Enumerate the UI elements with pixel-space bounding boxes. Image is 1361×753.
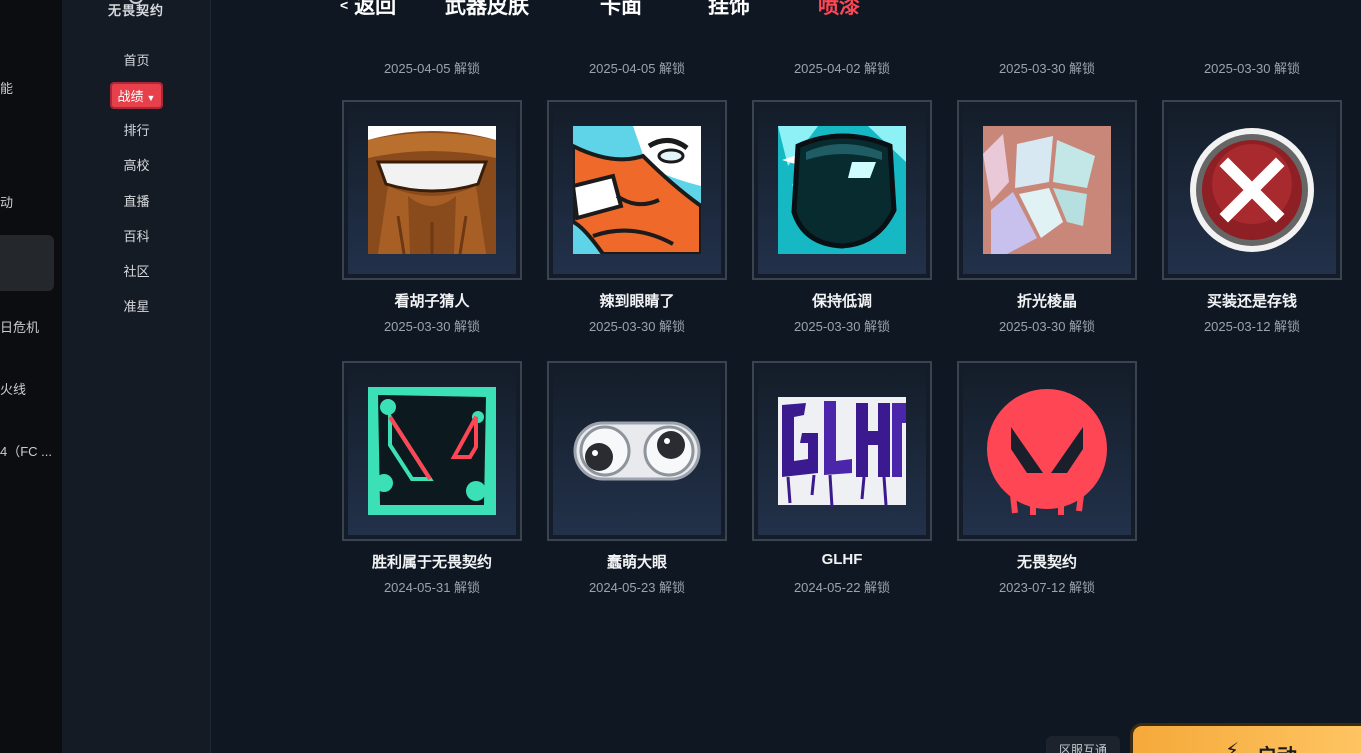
spray-name-partial — [527, 38, 747, 48]
spray-frame — [752, 361, 932, 541]
spray-date: 2024-05-23 解锁 — [588, 580, 686, 595]
back-arrow-icon: < — [340, 0, 349, 13]
nav-item-wiki[interactable]: 百科 — [62, 226, 211, 245]
valorant-logo-icon — [987, 389, 1107, 515]
spray-date: 2025-03-12 解锁 — [1203, 319, 1301, 334]
back-label: 返回 — [354, 0, 397, 18]
spray-date: 2025-04-05 解锁 — [588, 61, 686, 76]
tab-cards[interactable]: 卡面 — [600, 0, 642, 20]
spray-name: 蠢萌大眼 — [606, 554, 667, 571]
nav-item-record[interactable]: 战绩 ▼ — [62, 82, 211, 109]
spray-frame — [547, 100, 727, 280]
game-nav: 无畏契约 首页 战绩 ▼ 排行 高校 直播 百科 社区 准星 — [62, 0, 211, 753]
googly-eyes-icon — [573, 421, 701, 481]
spray-name: 保持低调 — [811, 293, 872, 310]
launcher-sidebar: 能 动 日危机 火线 4（FC ... — [0, 0, 62, 753]
spicy-eyes-icon — [573, 126, 701, 254]
nav-item-rank[interactable]: 排行 — [62, 120, 211, 139]
nav-item-community[interactable]: 社区 — [62, 261, 211, 280]
spray-date: 2025-04-05 解锁 — [383, 61, 481, 76]
spray-date: 2024-05-22 解锁 — [793, 580, 891, 595]
spray-date: 2023-07-12 解锁 — [998, 580, 1096, 595]
launch-label: 启动 — [1257, 740, 1297, 753]
launcher-item[interactable]: 4（FC ... — [0, 441, 52, 460]
spray-name: 胜利属于无畏契约 — [371, 554, 492, 571]
spray-name: 辣到眼睛了 — [599, 293, 675, 310]
spray-frame — [342, 100, 522, 280]
spray-name-partial — [732, 38, 952, 48]
spray-card-partial[interactable]: 2025-04-05 解锁 — [322, 38, 542, 77]
nav-item-label: 战绩 — [117, 89, 144, 104]
red-x-icon — [1190, 128, 1314, 252]
logo-text: 无畏契约 — [107, 3, 164, 18]
prism-crystal-icon — [983, 126, 1111, 254]
spray-name-partial — [1142, 38, 1361, 48]
spray-date: 2025-03-30 解锁 — [998, 319, 1096, 334]
launcher-item[interactable]: 能 — [0, 78, 13, 97]
beard-face-icon — [368, 126, 496, 254]
spray-name: 折光棱晶 — [1016, 293, 1077, 310]
dropdown-caret-icon: ▼ — [146, 93, 156, 103]
launcher-item[interactable]: 日危机 — [0, 317, 39, 336]
valorant-splash-icon — [368, 387, 496, 515]
spray-frame — [957, 100, 1137, 280]
spray-frame — [1162, 100, 1342, 280]
spray-frame — [957, 361, 1137, 541]
back-button[interactable]: < 返回 — [340, 0, 396, 20]
spray-card-partial[interactable]: 2025-03-30 解锁 — [1142, 38, 1361, 77]
spray-name: GLHF — [821, 551, 863, 568]
spray-frame — [547, 361, 727, 541]
spray-name: 买装还是存钱 — [1206, 293, 1297, 310]
nav-item-live[interactable]: 直播 — [62, 191, 211, 210]
game-logo[interactable]: 无畏契约 — [98, 0, 174, 30]
glhf-graffiti-icon — [778, 397, 906, 508]
spray-date: 2024-05-31 解锁 — [383, 580, 481, 595]
spray-date: 2025-03-30 解锁 — [1203, 61, 1301, 76]
nav-item-record-pill: 战绩 ▼ — [109, 82, 164, 109]
spray-date: 2025-03-30 解锁 — [998, 61, 1096, 76]
tab-sprays[interactable]: 喷漆 — [818, 0, 860, 20]
launcher-item[interactable]: 火线 — [0, 379, 26, 398]
spray-frame — [342, 361, 522, 541]
nav-item-college[interactable]: 高校 — [62, 155, 211, 174]
spray-date: 2025-03-30 解锁 — [793, 319, 891, 334]
nav-item-home[interactable]: 首页 — [62, 50, 211, 69]
spray-name-partial — [937, 38, 1157, 48]
spray-date: 2025-03-30 解锁 — [383, 319, 481, 334]
spray-name: 看胡子猜人 — [394, 293, 470, 310]
spray-date: 2025-04-02 解锁 — [793, 61, 891, 76]
spray-card-partial[interactable]: 2025-04-02 解锁 — [732, 38, 952, 77]
spray-card-partial[interactable]: 2025-03-30 解锁 — [937, 38, 1157, 77]
sunglasses-icon — [778, 126, 906, 254]
nav-item-crosshair[interactable]: 准星 — [62, 296, 211, 315]
tab-charms[interactable]: 挂饰 — [708, 0, 750, 20]
launcher-item-active[interactable] — [0, 235, 54, 291]
launcher-item[interactable]: 动 — [0, 192, 13, 211]
region-badge: 区服互通 — [1046, 736, 1120, 753]
spray-date: 2025-03-30 解锁 — [588, 319, 686, 334]
launch-button[interactable]: ⚡ 启动 — [1130, 723, 1361, 753]
lightning-icon: ⚡ — [1225, 740, 1240, 753]
spray-card-partial[interactable]: 2025-04-05 解锁 — [527, 38, 747, 77]
spray-name: 无畏契约 — [1016, 554, 1077, 571]
spray-frame — [752, 100, 932, 280]
spray-name-partial — [322, 38, 542, 48]
tab-weapon-skins[interactable]: 武器皮肤 — [445, 0, 529, 20]
